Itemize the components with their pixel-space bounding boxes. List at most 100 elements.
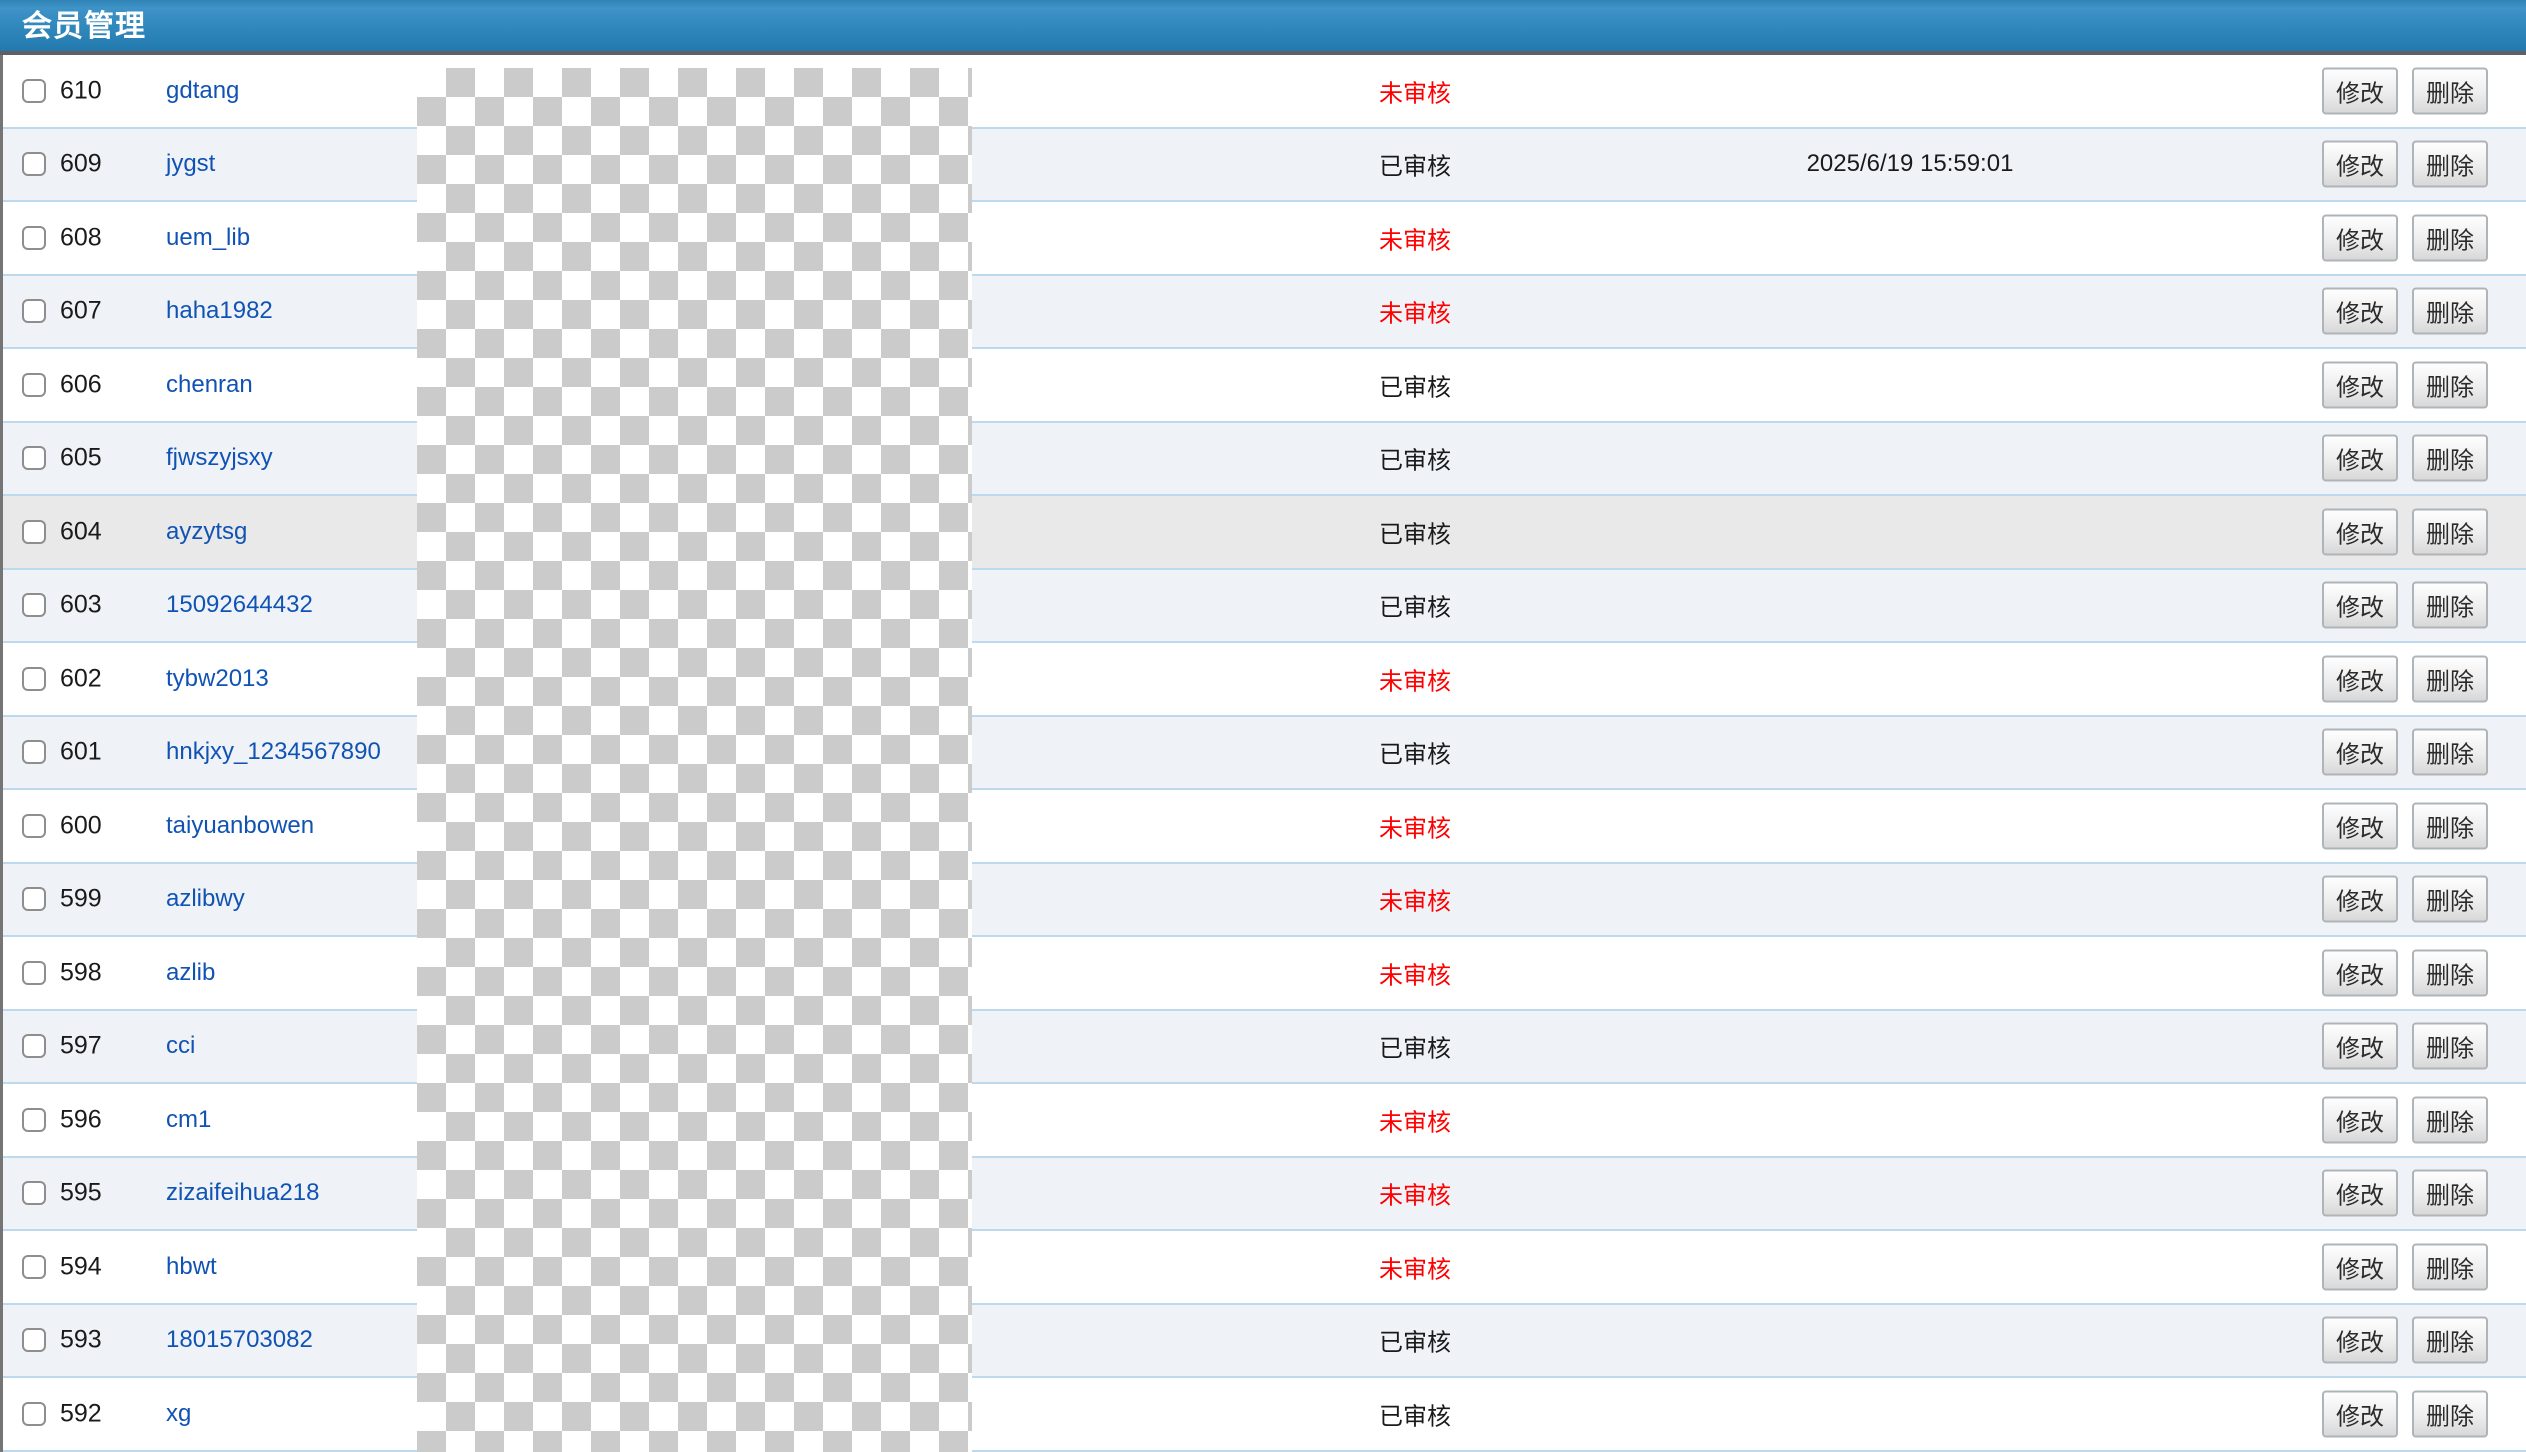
row-actions: 修改 删除 (2322, 802, 2488, 849)
username-link[interactable]: tybw2013 (166, 665, 269, 693)
delete-button[interactable]: 删除 (2412, 876, 2488, 923)
edit-button[interactable]: 修改 (2322, 435, 2398, 482)
member-id: 610 (60, 76, 144, 105)
username-link[interactable]: chenran (166, 371, 253, 399)
row-checkbox[interactable] (22, 593, 46, 617)
edit-button[interactable]: 修改 (2322, 582, 2398, 629)
username-link[interactable]: azlib (166, 959, 215, 987)
delete-button[interactable]: 删除 (2412, 655, 2488, 702)
status-text: 未审核 (1320, 661, 1510, 696)
edit-button[interactable]: 修改 (2322, 876, 2398, 923)
row-actions: 修改 删除 (2322, 729, 2488, 776)
row-checkbox[interactable] (22, 667, 46, 691)
username-link[interactable]: haha1982 (166, 297, 273, 325)
edit-button[interactable]: 修改 (2322, 361, 2398, 408)
table-row: 599 azlibwy 未审核 修改 删除 (0, 864, 2526, 938)
table-row: 608 uem_lib 未审核 修改 删除 (0, 202, 2526, 276)
delete-button[interactable]: 删除 (2412, 802, 2488, 849)
username-link[interactable]: cci (166, 1032, 195, 1060)
edit-button[interactable]: 修改 (2322, 67, 2398, 114)
edit-button[interactable]: 修改 (2322, 729, 2398, 776)
delete-button[interactable]: 删除 (2412, 361, 2488, 408)
status-text: 已审核 (1320, 588, 1510, 623)
username-link[interactable]: xg (166, 1400, 191, 1428)
row-actions: 修改 删除 (2322, 361, 2488, 408)
table-row: 604 ayzytsg 已审核 修改 删除 (0, 496, 2526, 570)
row-checkbox[interactable] (22, 814, 46, 838)
row-checkbox[interactable] (22, 226, 46, 250)
row-actions: 修改 删除 (2322, 949, 2488, 996)
row-actions: 修改 删除 (2322, 141, 2488, 188)
username-link[interactable]: zizaifeihua218 (166, 1179, 319, 1207)
status-text: 未审核 (1320, 294, 1510, 329)
delete-button[interactable]: 删除 (2412, 214, 2488, 261)
member-id: 593 (60, 1326, 144, 1355)
status-text: 已审核 (1320, 367, 1510, 402)
row-checkbox[interactable] (22, 961, 46, 985)
delete-button[interactable]: 删除 (2412, 949, 2488, 996)
table-row: 596 cm1 未审核 修改 删除 (0, 1084, 2526, 1158)
username-link[interactable]: uem_lib (166, 224, 250, 252)
delete-button[interactable]: 删除 (2412, 1243, 2488, 1290)
username-link[interactable]: fjwszyjsxy (166, 444, 273, 472)
row-checkbox[interactable] (22, 1255, 46, 1279)
username-link[interactable]: cm1 (166, 1106, 211, 1134)
table-row: 597 cci 已审核 修改 删除 (0, 1011, 2526, 1085)
username-link[interactable]: gdtang (166, 77, 239, 105)
edit-button[interactable]: 修改 (2322, 1390, 2398, 1437)
edit-button[interactable]: 修改 (2322, 1317, 2398, 1364)
delete-button[interactable]: 删除 (2412, 729, 2488, 776)
delete-button[interactable]: 删除 (2412, 141, 2488, 188)
edit-button[interactable]: 修改 (2322, 288, 2398, 335)
username-link[interactable]: 15092644432 (166, 591, 313, 619)
row-checkbox[interactable] (22, 520, 46, 544)
username-link[interactable]: hbwt (166, 1253, 217, 1281)
delete-button[interactable]: 删除 (2412, 435, 2488, 482)
row-checkbox[interactable] (22, 1108, 46, 1132)
row-checkbox[interactable] (22, 446, 46, 470)
edit-button[interactable]: 修改 (2322, 655, 2398, 702)
edit-button[interactable]: 修改 (2322, 1023, 2398, 1070)
row-actions: 修改 删除 (2322, 508, 2488, 555)
member-id: 603 (60, 591, 144, 620)
delete-button[interactable]: 删除 (2412, 67, 2488, 114)
row-checkbox[interactable] (22, 299, 46, 323)
delete-button[interactable]: 删除 (2412, 1023, 2488, 1070)
delete-button[interactable]: 删除 (2412, 1390, 2488, 1437)
username-link[interactable]: taiyuanbowen (166, 812, 314, 840)
username-link[interactable]: ayzytsg (166, 518, 247, 546)
delete-button[interactable]: 删除 (2412, 1096, 2488, 1143)
delete-button[interactable]: 删除 (2412, 1170, 2488, 1217)
row-checkbox[interactable] (22, 152, 46, 176)
table-row: 593 18015703082 已审核 修改 删除 (0, 1305, 2526, 1379)
member-id: 594 (60, 1252, 144, 1281)
edit-button[interactable]: 修改 (2322, 949, 2398, 996)
row-checkbox[interactable] (22, 1328, 46, 1352)
username-link[interactable]: jygst (166, 150, 215, 178)
row-checkbox[interactable] (22, 740, 46, 764)
edit-button[interactable]: 修改 (2322, 1170, 2398, 1217)
row-actions: 修改 删除 (2322, 876, 2488, 923)
edit-button[interactable]: 修改 (2322, 214, 2398, 261)
row-checkbox[interactable] (22, 373, 46, 397)
row-checkbox[interactable] (22, 1402, 46, 1426)
username-link[interactable]: azlibwy (166, 885, 245, 913)
edit-button[interactable]: 修改 (2322, 1243, 2398, 1290)
username-link[interactable]: 18015703082 (166, 1326, 313, 1354)
edit-button[interactable]: 修改 (2322, 508, 2398, 555)
edit-button[interactable]: 修改 (2322, 802, 2398, 849)
table-row: 592 xg 已审核 修改 删除 (0, 1378, 2526, 1452)
delete-button[interactable]: 删除 (2412, 288, 2488, 335)
delete-button[interactable]: 删除 (2412, 508, 2488, 555)
row-actions: 修改 删除 (2322, 655, 2488, 702)
member-id: 595 (60, 1179, 144, 1208)
delete-button[interactable]: 删除 (2412, 1317, 2488, 1364)
row-checkbox[interactable] (22, 79, 46, 103)
edit-button[interactable]: 修改 (2322, 141, 2398, 188)
row-checkbox[interactable] (22, 887, 46, 911)
delete-button[interactable]: 删除 (2412, 582, 2488, 629)
username-link[interactable]: hnkjxy_1234567890 (166, 738, 381, 766)
row-checkbox[interactable] (22, 1181, 46, 1205)
row-checkbox[interactable] (22, 1034, 46, 1058)
edit-button[interactable]: 修改 (2322, 1096, 2398, 1143)
